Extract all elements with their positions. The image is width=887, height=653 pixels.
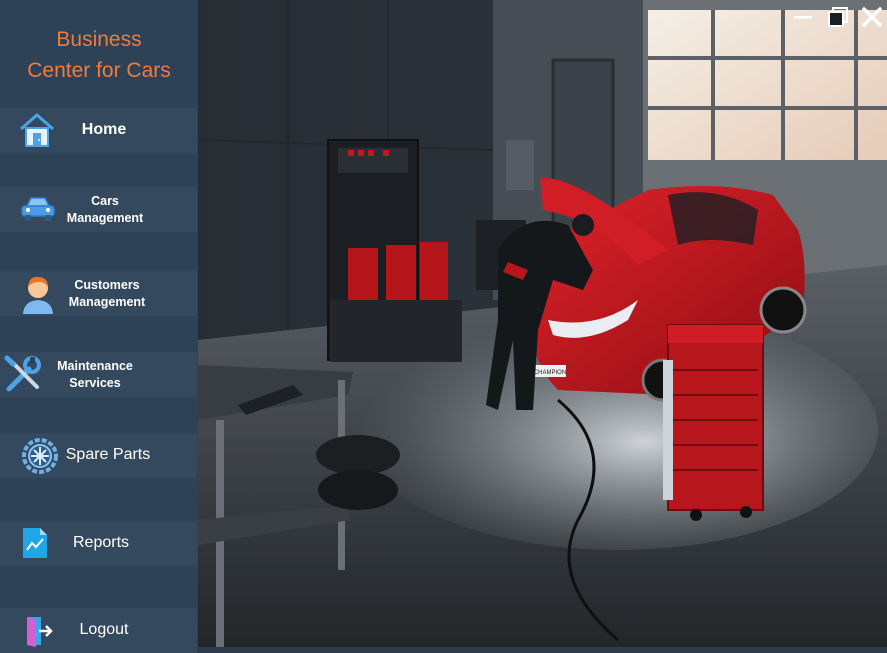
house-icon bbox=[18, 111, 56, 149]
nav-reports-button[interactable]: Reports bbox=[0, 521, 197, 566]
nav-home-button[interactable]: Home bbox=[0, 108, 197, 153]
nav-customers-label: Customers Management bbox=[62, 277, 152, 311]
nav-customers-line1: Customers bbox=[74, 278, 140, 292]
minimize-icon bbox=[792, 6, 814, 33]
restore-icon bbox=[827, 6, 849, 33]
wrench-screwdriver-icon bbox=[3, 355, 43, 395]
app-title-line1: Business bbox=[56, 28, 142, 51]
nav-maintenance-button[interactable]: Maintenance Services bbox=[0, 352, 197, 397]
car-plate-text: CHAMPION bbox=[534, 370, 566, 376]
logout-door-icon bbox=[25, 614, 53, 648]
nav-maintenance-line2: Services bbox=[69, 376, 121, 390]
nav-cars-label: Cars Management bbox=[60, 193, 150, 227]
nav-logout-button[interactable]: Logout bbox=[0, 608, 197, 653]
nav-spareparts-button[interactable]: Spare Parts bbox=[0, 433, 197, 478]
minimize-button[interactable] bbox=[790, 6, 816, 32]
restore-button[interactable] bbox=[825, 6, 851, 32]
nav-cars-button[interactable]: Cars Management bbox=[0, 187, 197, 232]
nav-home-label: Home bbox=[81, 121, 127, 138]
user-icon bbox=[20, 273, 56, 315]
gear-wheel-icon bbox=[21, 437, 59, 475]
nav-spareparts-label: Spare Parts bbox=[65, 446, 151, 463]
nav-cars-line2: Management bbox=[66, 211, 144, 225]
app-title: Business Center for Cars bbox=[0, 24, 198, 86]
nav-customers-line2: Management bbox=[68, 295, 146, 309]
nav-cars-line1: Cars bbox=[91, 194, 119, 208]
nav-customers-button[interactable]: Customers Management bbox=[0, 271, 197, 316]
sidebar: Business Center for Cars Home Cars Manag… bbox=[0, 0, 198, 653]
app-title-line2: Center for Cars bbox=[27, 59, 171, 82]
nav-maintenance-line1: Maintenance bbox=[57, 359, 133, 373]
report-chart-icon bbox=[21, 526, 49, 560]
nav-reports-label: Reports bbox=[72, 534, 130, 551]
car-icon bbox=[20, 194, 56, 224]
close-icon bbox=[861, 6, 883, 33]
garage-background-image: CHAMPION bbox=[198, 0, 887, 647]
garage-photo-illustration: CHAMPION bbox=[198, 0, 887, 647]
nav-maintenance-label: Maintenance Services bbox=[50, 358, 140, 392]
close-button[interactable] bbox=[859, 6, 885, 32]
nav-logout-label: Logout bbox=[79, 621, 129, 638]
